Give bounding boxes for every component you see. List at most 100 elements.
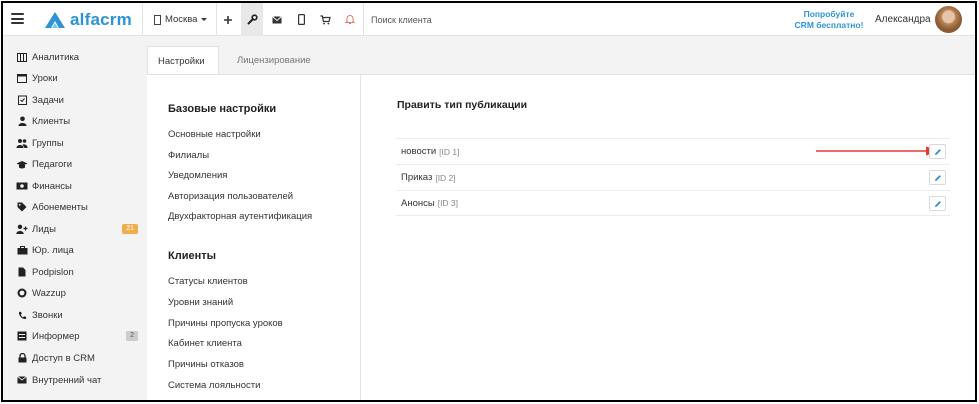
app-window: alfacrm Москва Поиск клиента Попробуйте …	[1, 1, 977, 402]
table-row: Анонсы [ID 3]	[396, 190, 950, 216]
sidebar-item-calls[interactable]: Звонки	[16, 307, 138, 323]
menu-link-absence-reasons[interactable]: Причины пропуска уроков	[168, 318, 283, 329]
sidebar-item-label: Аналитика	[32, 51, 80, 63]
menu-link-two-factor-auth[interactable]: Двухфакторная аутентификация	[168, 211, 312, 222]
building-icon	[154, 14, 161, 25]
chevron-down-icon	[201, 18, 208, 21]
menu-link-refusal-reasons[interactable]: Причины отказов	[168, 359, 244, 370]
sidebar-item-label: Podpislon	[32, 266, 74, 278]
tab-settings[interactable]: Настройки	[147, 46, 219, 75]
calendar-icon	[16, 73, 28, 83]
publication-type-name: Анонсы	[401, 197, 435, 209]
table-row: Приказ [ID 2]	[396, 164, 950, 190]
sidebar-item-legal-entities[interactable]: Юр. лица	[16, 242, 138, 258]
sidebar-item-leads[interactable]: Лиды 21	[16, 221, 138, 237]
city-name: Москва	[165, 14, 198, 25]
menu-link-notifications[interactable]: Уведомления	[168, 170, 227, 181]
informer-icon	[16, 331, 28, 341]
user-icon	[16, 116, 28, 126]
red-arrow-annotation	[816, 146, 940, 156]
sidebar-item-label: Абонементы	[32, 201, 88, 213]
divider	[142, 3, 143, 36]
sidebar-item-lessons[interactable]: Уроки	[16, 70, 138, 86]
tab-licensing[interactable]: Лицензирование	[227, 46, 321, 75]
pencil-icon	[934, 148, 941, 155]
sidebar-item-teachers[interactable]: Педагоги	[16, 156, 138, 172]
sidebar-item-label: Клиенты	[32, 115, 71, 127]
envelope-icon[interactable]	[266, 3, 288, 36]
logo-text: alfacrm	[70, 10, 132, 29]
hamburger-menu-icon[interactable]	[11, 13, 24, 24]
table-row: новости [ID 1]	[396, 138, 950, 164]
sidebar-item-podpislon[interactable]: Podpislon	[16, 264, 138, 280]
sidebar-item-finance[interactable]: Финансы	[16, 178, 138, 194]
edit-button[interactable]	[929, 196, 946, 211]
sidebar-item-label: Финансы	[32, 180, 72, 192]
plus-icon[interactable]	[217, 3, 239, 36]
publication-type-name: Приказ	[401, 172, 433, 183]
graduation-cap-icon	[16, 159, 28, 169]
promo-line-1: Попробуйте	[803, 9, 855, 19]
lock-icon	[16, 353, 28, 363]
client-search-input[interactable]: Поиск клиента	[371, 15, 432, 25]
whatsapp-icon	[16, 288, 28, 298]
avatar[interactable]	[935, 6, 962, 33]
menu-link-main-settings[interactable]: Основные настройки	[168, 129, 261, 140]
sidebar-item-clients[interactable]: Клиенты	[16, 113, 138, 129]
promo-link[interactable]: Попробуйте CRM бесплатно!	[791, 9, 867, 31]
pencil-icon	[934, 174, 941, 181]
user-plus-icon	[16, 224, 28, 234]
alfacrm-logo-icon	[45, 12, 65, 28]
sidebar-item-tasks[interactable]: Задачи	[16, 92, 138, 108]
leads-count-badge: 21	[122, 224, 138, 234]
tasks-icon	[16, 95, 28, 105]
sidebar-item-label: Доступ в CRM	[32, 352, 95, 364]
sidebar-item-groups[interactable]: Группы	[16, 135, 138, 151]
briefcase-icon	[16, 245, 28, 255]
page-title: Править тип публикации	[397, 99, 528, 111]
settings-menu: Базовые настройки Основные настройки Фил…	[147, 74, 361, 400]
publication-types-panel: Править тип публикации новости [ID 1] Пр…	[361, 74, 975, 400]
mobile-icon[interactable]	[290, 3, 312, 36]
analytics-icon	[16, 52, 28, 62]
informer-count-badge: 2	[126, 331, 138, 341]
sidebar-item-label: Задачи	[32, 94, 64, 106]
edit-button[interactable]	[929, 144, 946, 159]
section-title-clients: Клиенты	[168, 250, 217, 262]
menu-link-client-statuses[interactable]: Статусы клиентов	[168, 276, 248, 287]
divider	[363, 3, 364, 36]
cart-icon[interactable]	[314, 3, 336, 36]
chat-icon	[16, 375, 28, 385]
publication-type-id: [ID 3]	[437, 198, 459, 208]
menu-link-loyalty-system[interactable]: Система лояльности	[168, 380, 260, 391]
sidebar-item-analytics[interactable]: Аналитика	[16, 49, 138, 65]
tag-icon	[16, 202, 28, 212]
edit-button[interactable]	[929, 170, 946, 185]
menu-link-knowledge-levels[interactable]: Уровни знаний	[168, 297, 233, 308]
sidebar-item-internal-chat[interactable]: Внутренний чат	[16, 372, 138, 388]
wrench-icon[interactable]	[241, 3, 263, 36]
menu-link-user-authorization[interactable]: Авторизация пользователей	[168, 191, 293, 202]
sidebar-item-label: Уроки	[32, 72, 58, 84]
sidebar-item-label: Wazzup	[32, 287, 66, 299]
promo-line-2: CRM бесплатно!	[794, 20, 864, 30]
sidebar-item-label: Звонки	[32, 309, 63, 321]
sidebar-item-label: Информер	[32, 330, 80, 342]
file-icon	[16, 267, 28, 277]
logo[interactable]: alfacrm	[44, 10, 132, 30]
sidebar-item-crm-access[interactable]: Доступ в CRM	[16, 350, 138, 366]
sidebar-item-wazzup[interactable]: Wazzup	[16, 285, 138, 301]
sidebar-item-label: Юр. лица	[32, 244, 74, 256]
top-bar: alfacrm Москва Поиск клиента Попробуйте …	[3, 3, 975, 36]
bell-icon[interactable]	[339, 3, 361, 36]
menu-link-client-cabinet[interactable]: Кабинет клиента	[168, 338, 242, 349]
menu-link-branches[interactable]: Филиалы	[168, 150, 209, 161]
sidebar-item-subscriptions[interactable]: Абонементы	[16, 199, 138, 215]
publication-type-name: новости	[401, 146, 437, 157]
sidebar-item-label: Внутренний чат	[32, 374, 102, 386]
sidebar-item-label: Группы	[32, 137, 64, 149]
city-selector[interactable]: Москва	[154, 14, 208, 25]
money-icon	[16, 181, 28, 191]
user-name[interactable]: Александра	[875, 14, 931, 25]
sidebar-item-informer[interactable]: Информер 2	[16, 328, 138, 344]
